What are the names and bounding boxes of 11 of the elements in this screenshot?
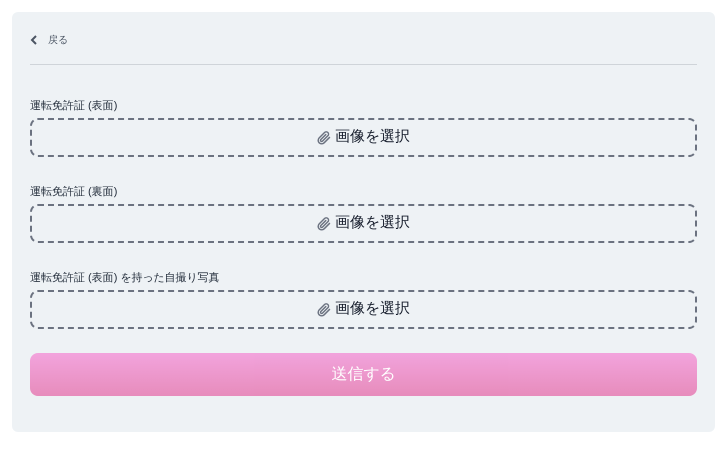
paperclip-icon	[317, 302, 331, 316]
image-upload-dropzone[interactable]: 画像を選択	[30, 290, 697, 329]
back-link[interactable]: 戻る	[30, 30, 68, 50]
field-label: 運転免許証 (表面)	[30, 99, 118, 113]
paperclip-icon	[317, 216, 331, 230]
chevron-left-icon	[30, 35, 38, 45]
image-upload-dropzone[interactable]: 画像を選択	[30, 204, 697, 243]
field-label: 運転免許証 (表面) を持った自撮り写真	[30, 271, 220, 285]
paperclip-icon	[317, 130, 331, 144]
field-label: 運転免許証 (裏面)	[30, 185, 118, 199]
image-upload-dropzone[interactable]: 画像を選択	[30, 118, 697, 157]
